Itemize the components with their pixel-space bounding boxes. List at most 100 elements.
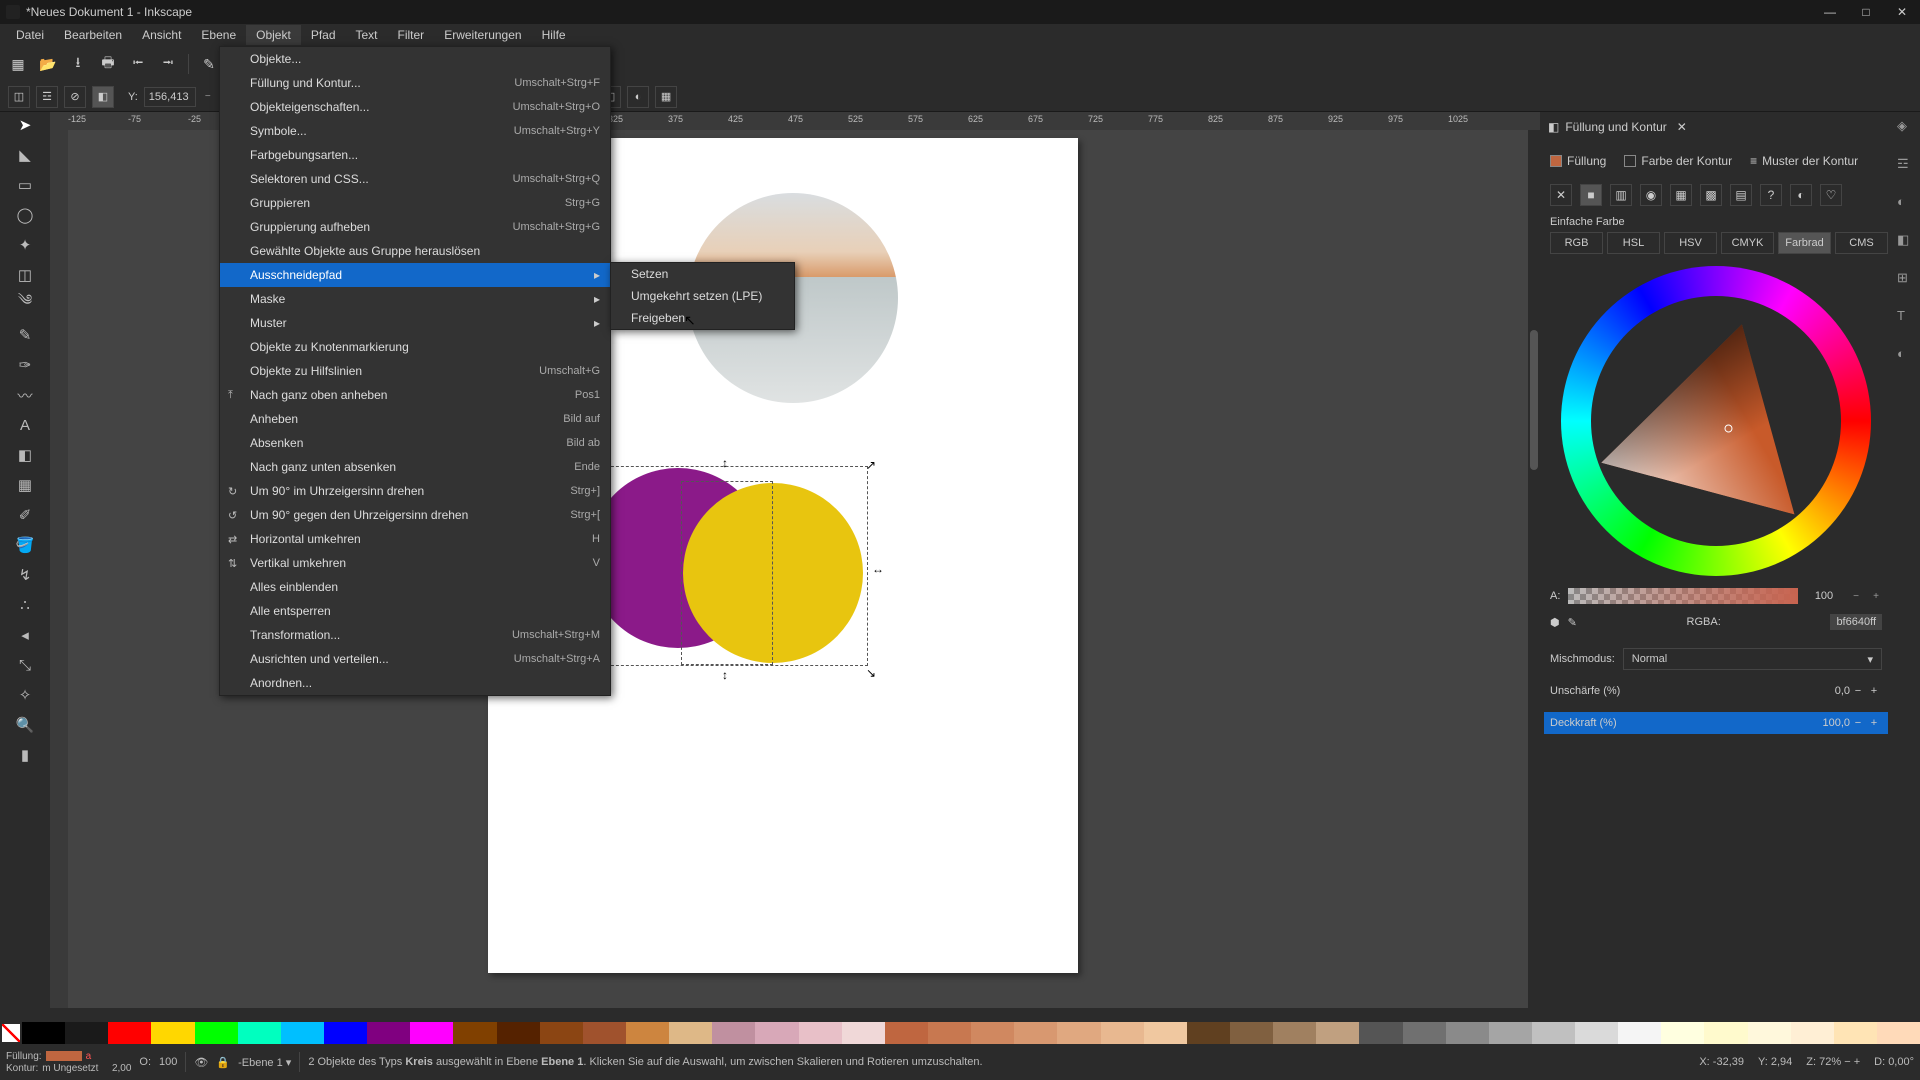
menu-item[interactable]: ⇅Vertikal umkehrenV bbox=[220, 551, 610, 575]
color-picker-dot[interactable] bbox=[1724, 424, 1734, 434]
submenu-item[interactable]: Umgekehrt setzen (LPE) bbox=[611, 285, 794, 307]
dropper-tool-icon[interactable]: ✐ bbox=[14, 504, 36, 526]
palette-swatch[interactable] bbox=[453, 1022, 496, 1044]
rect-tool-icon[interactable]: ▭ bbox=[14, 174, 36, 196]
palette-swatch[interactable] bbox=[1748, 1022, 1791, 1044]
tab-fill[interactable]: Füllung bbox=[1550, 154, 1606, 168]
status-o-value[interactable]: 100 bbox=[159, 1056, 177, 1068]
menu-hilfe[interactable]: Hilfe bbox=[532, 25, 576, 45]
menu-item[interactable]: Objekte zu HilfslinienUmschalt+G bbox=[220, 359, 610, 383]
palette-swatch[interactable] bbox=[1575, 1022, 1618, 1044]
eraser-tool-icon[interactable]: ◂ bbox=[14, 624, 36, 646]
select-all-button[interactable]: ◫ bbox=[8, 86, 30, 108]
tweak-tool-icon[interactable]: ↯ bbox=[14, 564, 36, 586]
paint-status2-button[interactable]: ♡ bbox=[1820, 184, 1842, 206]
minimize-button[interactable]: ― bbox=[1818, 5, 1842, 19]
menu-item[interactable]: AnhebenBild auf bbox=[220, 407, 610, 431]
toggle-select-button[interactable]: ◧ bbox=[92, 86, 114, 108]
palette-swatch[interactable] bbox=[1532, 1022, 1575, 1044]
node-tool-icon[interactable]: ◣ bbox=[14, 144, 36, 166]
palette-swatch[interactable] bbox=[1144, 1022, 1187, 1044]
new-icon[interactable]: ▦ bbox=[8, 54, 28, 74]
scrollbar-horizontal[interactable] bbox=[50, 1008, 1540, 1022]
palette-swatch[interactable] bbox=[410, 1022, 453, 1044]
palette-swatch[interactable] bbox=[1316, 1022, 1359, 1044]
menu-item[interactable]: Selektoren und CSS...Umschalt+Strg+Q bbox=[220, 167, 610, 191]
color-mode-hsv[interactable]: HSV bbox=[1664, 232, 1717, 254]
palette-swatch[interactable] bbox=[928, 1022, 971, 1044]
palette-swatch[interactable] bbox=[497, 1022, 540, 1044]
menu-item[interactable]: Gewählte Objekte aus Gruppe herauslösen bbox=[220, 239, 610, 263]
paint-radial-button[interactable]: ◉ bbox=[1640, 184, 1662, 206]
side-panel1-icon[interactable]: ◈ bbox=[1897, 118, 1915, 136]
alpha-value[interactable]: 100 bbox=[1806, 590, 1842, 602]
import-icon[interactable]: ⭰ bbox=[128, 54, 148, 74]
side-panel4-icon[interactable]: ◧ bbox=[1897, 232, 1915, 250]
edit-nodes-icon[interactable]: ✎ bbox=[199, 54, 219, 74]
menu-bearbeiten[interactable]: Bearbeiten bbox=[54, 25, 132, 45]
side-panel3-icon[interactable]: ◐ bbox=[1897, 194, 1915, 212]
menu-item[interactable]: Symbole...Umschalt+Strg+Y bbox=[220, 119, 610, 143]
menu-item[interactable]: Farbgebungsarten... bbox=[220, 143, 610, 167]
menu-item[interactable]: Ausrichten und verteilen...Umschalt+Strg… bbox=[220, 647, 610, 671]
menu-erweiterungen[interactable]: Erweiterungen bbox=[434, 25, 531, 45]
paint-mesh-button[interactable]: ▦ bbox=[1670, 184, 1692, 206]
alpha-dec[interactable]: − bbox=[1850, 586, 1862, 606]
submenu-item[interactable]: Freigeben bbox=[611, 307, 794, 329]
menu-item[interactable]: Objekte zu Knotenmarkierung bbox=[220, 335, 610, 359]
status-stroke-value[interactable]: m Ungesetzt bbox=[42, 1063, 98, 1074]
pencil-edit-icon[interactable]: ✎ bbox=[1568, 616, 1577, 629]
palette-swatch[interactable] bbox=[1403, 1022, 1446, 1044]
color-mode-rgb[interactable]: RGB bbox=[1550, 232, 1603, 254]
palette-swatch[interactable] bbox=[755, 1022, 798, 1044]
side-panel7-icon[interactable]: ◐ bbox=[1897, 346, 1915, 364]
handle-e[interactable]: ↔ bbox=[872, 562, 880, 570]
palette-swatch[interactable] bbox=[669, 1022, 712, 1044]
menu-ansicht[interactable]: Ansicht bbox=[132, 25, 191, 45]
palette-swatch[interactable] bbox=[540, 1022, 583, 1044]
star-tool-icon[interactable]: ✦ bbox=[14, 234, 36, 256]
menu-item[interactable]: ⇄Horizontal umkehrenH bbox=[220, 527, 610, 551]
save-icon[interactable]: ⭳ bbox=[68, 54, 88, 74]
menu-ebene[interactable]: Ebene bbox=[191, 25, 246, 45]
panel-close-icon[interactable]: ✕ bbox=[1677, 120, 1687, 134]
paint-flat-button[interactable]: ■ bbox=[1580, 184, 1602, 206]
blur-dec[interactable]: − bbox=[1850, 685, 1866, 697]
scrollbar-vertical[interactable] bbox=[1528, 130, 1540, 1008]
side-panel2-icon[interactable]: ☲ bbox=[1897, 156, 1915, 174]
menu-item[interactable]: Alle entsperren bbox=[220, 599, 610, 623]
menu-text[interactable]: Text bbox=[346, 25, 388, 45]
status-fill-swatch[interactable] bbox=[46, 1051, 82, 1061]
palette-swatch[interactable] bbox=[1359, 1022, 1402, 1044]
menu-item[interactable]: Gruppierung aufhebenUmschalt+Strg+G bbox=[220, 215, 610, 239]
menu-objekt[interactable]: Objekt bbox=[246, 25, 301, 45]
handle-se[interactable]: ↘ bbox=[866, 666, 874, 674]
spray-tool-icon[interactable]: ∴ bbox=[14, 594, 36, 616]
spiral-tool-icon[interactable]: ༄ bbox=[14, 294, 36, 316]
palette-swatch[interactable] bbox=[238, 1022, 281, 1044]
palette-swatch[interactable] bbox=[971, 1022, 1014, 1044]
color-wheel[interactable] bbox=[1561, 266, 1871, 576]
blur-inc[interactable]: + bbox=[1866, 685, 1882, 697]
palette-swatch[interactable] bbox=[324, 1022, 367, 1044]
palette-swatch[interactable] bbox=[1877, 1022, 1920, 1044]
cube-tool-icon[interactable]: ◫ bbox=[14, 264, 36, 286]
palette-swatch[interactable] bbox=[195, 1022, 238, 1044]
ellipse-tool-icon[interactable]: ◯ bbox=[14, 204, 36, 226]
deselect-button[interactable]: ⊘ bbox=[64, 86, 86, 108]
lock-icon[interactable]: 🔒 bbox=[216, 1056, 230, 1069]
alpha-slider[interactable] bbox=[1568, 588, 1798, 604]
tab-stroke-style[interactable]: ≡Muster der Kontur bbox=[1750, 154, 1858, 168]
menu-pfad[interactable]: Pfad bbox=[301, 25, 346, 45]
palette-swatch[interactable] bbox=[1187, 1022, 1230, 1044]
alpha-inc[interactable]: + bbox=[1870, 586, 1882, 606]
palette-swatch[interactable] bbox=[1014, 1022, 1057, 1044]
palette-swatch[interactable] bbox=[799, 1022, 842, 1044]
opacity-dec[interactable]: − bbox=[1850, 717, 1866, 729]
print-icon[interactable]: 🖶 bbox=[98, 54, 118, 74]
text-tool2-icon[interactable]: A bbox=[14, 414, 36, 436]
color-mode-cmyk[interactable]: CMYK bbox=[1721, 232, 1774, 254]
menu-item[interactable]: ↻Um 90° im Uhrzeigersinn drehenStrg+] bbox=[220, 479, 610, 503]
palette-swatch[interactable] bbox=[108, 1022, 151, 1044]
selector-tool-icon[interactable]: ➤ bbox=[14, 114, 36, 136]
